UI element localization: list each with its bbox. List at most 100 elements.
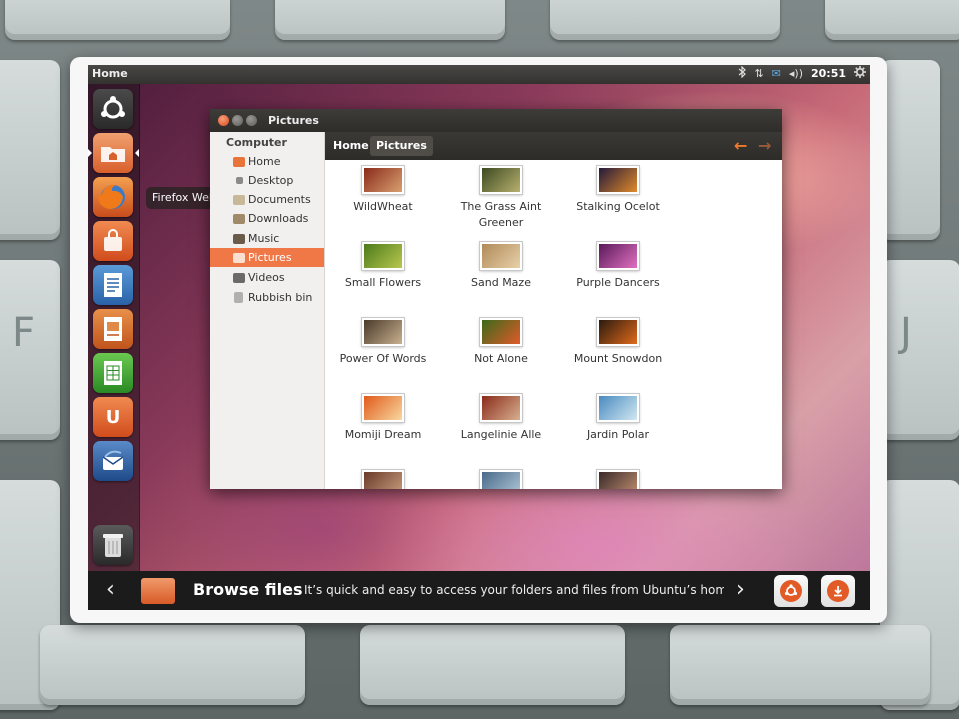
trash-icon[interactable] <box>93 525 133 565</box>
image-thumbnail <box>361 393 405 423</box>
shopping-bag-icon[interactable] <box>93 221 133 261</box>
sidebar-item-label: Videos <box>248 271 285 284</box>
folder-icon[interactable] <box>93 133 133 173</box>
file-item[interactable] <box>446 469 556 489</box>
image-thumbnail <box>596 469 640 489</box>
file-item[interactable]: Power Of Words <box>328 317 438 367</box>
file-label: Purple Dancers <box>576 276 660 289</box>
network-icon[interactable]: ⇅ <box>754 67 763 80</box>
back-arrow-icon[interactable]: ← <box>734 136 747 155</box>
file-item[interactable]: Sand Maze <box>446 241 556 291</box>
image-thumbnail <box>479 165 523 195</box>
thunderbird-icon[interactable] <box>93 441 133 481</box>
slideshow-banner: ‹ Browse files It’s quick and easy to ac… <box>88 571 870 610</box>
launcher: U <box>88 84 140 571</box>
desktop-screen: Home ⇅ ✉ ◂)) 20:51 U Firefox Web Browser… <box>88 65 870 610</box>
file-item[interactable] <box>563 469 673 489</box>
file-label: Momiji Dream <box>344 428 422 441</box>
download-button[interactable] <box>821 575 855 607</box>
file-label: Sand Maze <box>471 276 531 289</box>
image-thumbnail <box>479 317 523 347</box>
panel-title: Home <box>92 67 128 80</box>
firefox-icon[interactable] <box>93 177 133 217</box>
file-item[interactable]: Not Alone <box>446 317 556 367</box>
ubuntu-one-icon[interactable]: U <box>93 397 133 437</box>
desktop-icon <box>236 177 243 184</box>
next-slide-button[interactable]: › <box>736 577 745 602</box>
sidebar-item-home[interactable]: Home <box>210 152 324 171</box>
file-item[interactable]: Purple Dancers <box>563 241 673 291</box>
file-item[interactable]: Mount Snowdon <box>563 317 673 367</box>
file-item[interactable]: Jardin Polar <box>563 393 673 443</box>
sidebar-item-label: Documents <box>248 193 311 206</box>
sidebar-item-label: Rubbish bin <box>248 291 313 304</box>
file-label: The Grass Aint Greener <box>460 200 542 229</box>
keyboard-key <box>550 0 780 40</box>
file-item[interactable] <box>328 469 438 489</box>
sidebar-item-downloads[interactable]: Downloads <box>210 209 324 228</box>
sidebar-item-desktop[interactable]: Desktop <box>210 171 324 190</box>
location-toolbar: Home Pictures ← → <box>325 132 782 160</box>
sidebar-heading: Computer <box>226 136 287 149</box>
image-thumbnail <box>479 393 523 423</box>
file-manager-window: Pictures Computer Home Desktop Documents… <box>210 109 782 489</box>
previous-slide-button[interactable]: ‹ <box>106 577 115 602</box>
file-item[interactable]: Momiji Dream <box>328 393 438 443</box>
image-thumbnail <box>361 165 405 195</box>
file-item[interactable]: Small Flowers <box>328 241 438 291</box>
trash-icon <box>234 292 243 303</box>
sidebar-item-label: Home <box>248 155 281 168</box>
keyboard-key <box>360 625 625 705</box>
image-thumbnail <box>596 165 640 195</box>
music-icon <box>233 233 245 244</box>
file-item[interactable]: Stalking Ocelot <box>563 165 673 215</box>
mail-icon[interactable]: ✉ <box>772 67 781 80</box>
sidebar-item-rubbish-bin[interactable]: Rubbish bin <box>210 288 324 307</box>
sidebar-item-music[interactable]: Music <box>210 229 324 248</box>
sidebar-item-documents[interactable]: Documents <box>210 190 324 209</box>
keyboard-key <box>275 0 505 40</box>
document-icon[interactable] <box>93 265 133 305</box>
sidebar-item-label: Music <box>248 232 280 245</box>
volume-icon[interactable]: ◂)) <box>789 67 803 80</box>
file-label: WildWheat <box>353 200 413 213</box>
ubuntu-logo-icon[interactable] <box>93 89 133 129</box>
downloads-icon <box>233 213 245 224</box>
maximize-button[interactable] <box>246 115 257 126</box>
active-indicator <box>135 149 139 157</box>
breadcrumb-home[interactable]: Home <box>327 136 375 156</box>
file-label: Langelinie Alle <box>460 428 542 441</box>
home-folder-icon <box>233 156 245 167</box>
ubuntu-logo-button[interactable] <box>774 575 808 607</box>
minimize-button[interactable] <box>232 115 243 126</box>
file-label: Mount Snowdon <box>573 352 663 365</box>
close-button[interactable] <box>218 115 229 126</box>
forward-arrow-icon[interactable]: → <box>758 136 771 155</box>
file-item[interactable]: The Grass Aint Greener <box>446 165 556 231</box>
bluetooth-icon[interactable] <box>738 65 747 81</box>
keyboard-key-j: J <box>880 260 959 440</box>
file-item[interactable]: Langelinie Alle <box>446 393 556 443</box>
download-icon <box>827 580 849 602</box>
image-thumbnail <box>361 469 405 489</box>
key-label-f: F <box>12 310 36 356</box>
presentation-icon[interactable] <box>93 309 133 349</box>
sidebar-item-videos[interactable]: Videos <box>210 268 324 287</box>
breadcrumb-pictures[interactable]: Pictures <box>370 136 433 156</box>
sidebar-item-pictures[interactable]: Pictures <box>210 248 324 267</box>
indicator-area: ⇅ ✉ ◂)) 20:51 <box>738 65 866 81</box>
keyboard-key <box>0 60 60 240</box>
image-thumbnail <box>596 317 640 347</box>
gear-icon[interactable] <box>854 66 866 81</box>
file-label: Stalking Ocelot <box>576 200 660 213</box>
file-label: Jardin Polar <box>586 428 650 441</box>
image-thumbnail <box>596 393 640 423</box>
file-label: Small Flowers <box>344 276 422 289</box>
keyboard-key <box>40 625 305 705</box>
window-titlebar[interactable]: Pictures <box>210 109 782 132</box>
file-item[interactable]: WildWheat <box>328 165 438 215</box>
running-indicator <box>88 149 92 157</box>
banner-heading: Browse files <box>193 580 303 599</box>
spreadsheet-icon[interactable] <box>93 353 133 393</box>
clock[interactable]: 20:51 <box>811 67 846 80</box>
